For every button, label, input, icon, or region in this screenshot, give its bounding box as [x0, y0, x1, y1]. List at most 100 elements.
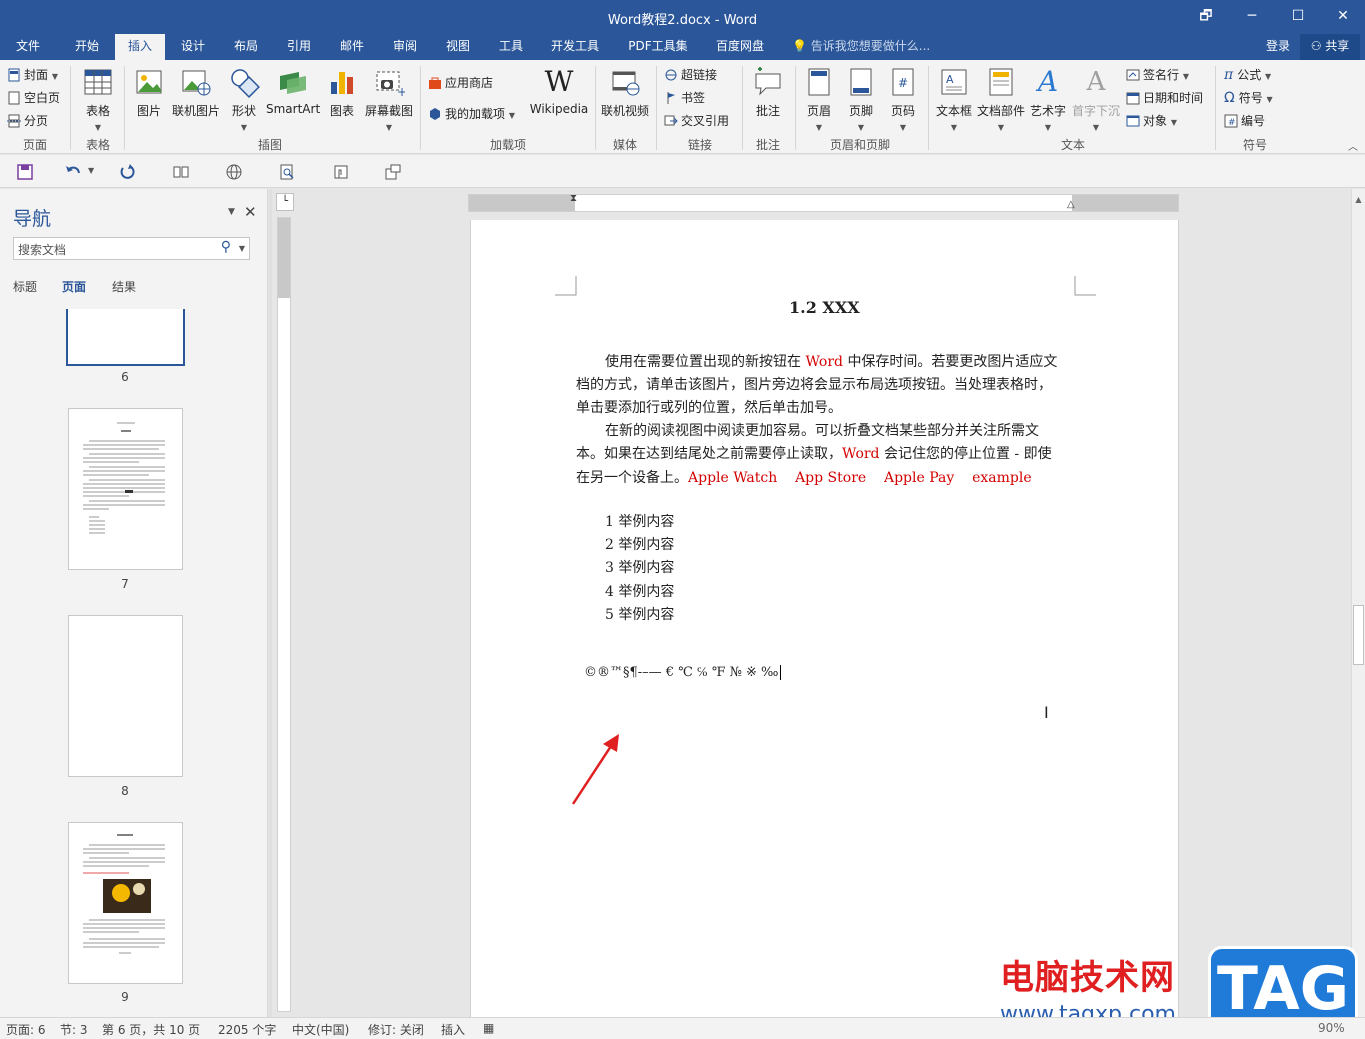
date-time-button[interactable]: 日期和时间 — [1126, 89, 1203, 106]
page-thumbnail-8[interactable] — [68, 615, 183, 777]
status-bar: 页面: 6 节: 3 第 6 页，共 10 页 2205 个字 中文(中国) 修… — [0, 1017, 1365, 1039]
tab-home[interactable]: 开始 — [62, 34, 112, 60]
status-word-count[interactable]: 2205 个字 — [218, 1021, 276, 1038]
blank-page-button[interactable]: 空白页 — [7, 89, 60, 106]
nav-tab-results[interactable]: 结果 — [112, 278, 136, 295]
search-dropdown-icon[interactable]: ▼ — [239, 244, 245, 253]
tab-layout[interactable]: 布局 — [221, 34, 271, 60]
tell-me-box[interactable]: 💡 告诉我您想要做什么... — [792, 34, 942, 60]
nav-search-input[interactable]: 搜索文档 ⚲ ▼ — [13, 237, 250, 260]
dropcap-button[interactable]: A 首字下沉 ▼ — [1070, 66, 1122, 133]
textbox-label: 文本框 — [935, 104, 972, 118]
tab-selector-icon[interactable]: └ — [276, 193, 294, 211]
store-label: 应用商店 — [445, 76, 494, 90]
tab-pdf-tools[interactable]: PDF工具集 — [618, 34, 698, 60]
nav-scrollbar[interactable] — [269, 189, 272, 1017]
customize-icon[interactable] — [384, 163, 402, 181]
table-button[interactable]: 表格 ▼ — [78, 66, 118, 133]
equation-button[interactable]: π 公式 ▼ — [1224, 66, 1271, 83]
status-page[interactable]: 页面: 6 — [6, 1021, 46, 1038]
close-icon[interactable]: ✕ — [244, 203, 257, 221]
collapse-ribbon-icon[interactable]: ︿ — [1348, 138, 1358, 153]
touch-mode-icon[interactable] — [332, 163, 350, 181]
store-button[interactable]: 应用商店 — [428, 74, 493, 91]
page-number-button[interactable]: # 页码 ▼ — [884, 66, 922, 133]
tab-insert[interactable]: 插入 — [115, 34, 165, 60]
my-addins-button[interactable]: 我的加载项 ▼ — [428, 105, 515, 122]
web-layout-icon[interactable] — [225, 163, 243, 181]
page-thumbnail-6[interactable] — [66, 309, 185, 366]
search-icon[interactable]: ⚲ — [221, 239, 231, 255]
share-button[interactable]: ⚇ 共享 — [1300, 34, 1360, 60]
smartart-button[interactable]: SmartArt — [266, 66, 320, 116]
vertical-scrollbar[interactable]: ▲ — [1351, 189, 1365, 1017]
page-thumbnail-9[interactable] — [68, 822, 183, 984]
new-comment-button[interactable]: 批注 — [748, 66, 788, 119]
wordart-button[interactable]: A 艺术字 ▼ — [1027, 66, 1069, 133]
footer-button[interactable]: 页脚 ▼ — [842, 66, 880, 133]
tab-baidu-netdisk[interactable]: 百度网盘 — [704, 34, 776, 60]
wikipedia-button[interactable]: W Wikipedia — [528, 66, 590, 117]
chart-button[interactable]: 图表 — [322, 66, 362, 119]
margin-corner-mark — [555, 276, 577, 296]
close-button[interactable]: ✕ — [1320, 0, 1365, 34]
login-link[interactable]: 登录 — [1258, 34, 1298, 60]
tab-references[interactable]: 引用 — [274, 34, 324, 60]
minimize-button[interactable]: ─ — [1229, 0, 1275, 34]
ribbon-display-options-button[interactable]: 🗗 — [1183, 0, 1229, 34]
ibeam-cursor-icon: Ⅰ — [1044, 703, 1049, 722]
print-preview-icon[interactable] — [278, 163, 296, 181]
status-page-count[interactable]: 第 6 页，共 10 页 — [102, 1021, 200, 1038]
header-button[interactable]: 页眉 ▼ — [800, 66, 838, 133]
shapes-button[interactable]: 形状 ▼ — [224, 66, 264, 133]
maximize-button[interactable]: ☐ — [1275, 0, 1321, 34]
scroll-thumb[interactable] — [1353, 605, 1364, 665]
undo-dropdown-icon[interactable]: ▼ — [88, 166, 94, 175]
hyperlink-button[interactable]: 超链接 — [664, 66, 717, 83]
status-section[interactable]: 节: 3 — [60, 1021, 88, 1038]
quick-parts-button[interactable]: 文档部件 ▼ — [975, 66, 1027, 133]
tab-design[interactable]: 设计 — [168, 34, 218, 60]
read-mode-icon[interactable] — [172, 163, 190, 181]
tab-file[interactable]: 文件 — [4, 34, 52, 60]
save-icon[interactable] — [16, 163, 34, 181]
page-thumbnail-number: 6 — [121, 370, 129, 384]
status-track-changes[interactable]: 修订: 关闭 — [368, 1021, 424, 1038]
status-insert-mode[interactable]: 插入 — [441, 1021, 465, 1038]
dropcap-label: 首字下沉 — [1071, 104, 1120, 118]
status-zoom[interactable]: 90% — [1318, 1021, 1345, 1035]
blank-page-label: 空白页 — [24, 91, 61, 105]
tab-mailings[interactable]: 邮件 — [327, 34, 377, 60]
symbol-button[interactable]: Ω 符号 ▼ — [1224, 89, 1273, 106]
tab-view[interactable]: 视图 — [433, 34, 483, 60]
numbering-icon: # — [1224, 114, 1238, 128]
picture-button[interactable]: 图片 — [130, 66, 168, 119]
tab-developer[interactable]: 开发工具 — [540, 34, 610, 60]
numbering-button[interactable]: # 编号 — [1224, 112, 1265, 129]
document-page[interactable]: 1.2 XXX 使用在需要位置出现的新按钮在 Word 中保存时间。若要更改图片… — [470, 220, 1179, 1020]
indent-marker-icon[interactable]: ⧗ — [570, 193, 577, 204]
scroll-up-icon[interactable]: ▲ — [1352, 195, 1365, 204]
online-video-button[interactable]: 联机视频 — [598, 66, 652, 119]
cover-page-button[interactable]: 封面 ▼ — [7, 66, 58, 83]
page-break-button[interactable]: 分页 — [7, 112, 48, 129]
right-indent-marker-icon[interactable]: △ — [1067, 199, 1075, 210]
macro-record-icon[interactable]: ▦ — [483, 1021, 494, 1035]
tab-tools[interactable]: 工具 — [486, 34, 536, 60]
object-button[interactable]: 对象 ▼ — [1126, 112, 1177, 129]
nav-options-icon[interactable]: ▼ — [228, 207, 235, 217]
status-language[interactable]: 中文(中国) — [292, 1021, 349, 1038]
bookmark-button[interactable]: 书签 — [664, 89, 705, 106]
undo-icon[interactable] — [64, 163, 82, 181]
nav-tab-pages[interactable]: 页面 — [62, 278, 86, 295]
nav-tab-headings[interactable]: 标题 — [13, 278, 37, 295]
page-thumbnail-7[interactable] — [68, 408, 183, 570]
textbox-button[interactable]: A 文本框 ▼ — [933, 66, 975, 133]
cross-reference-button[interactable]: 交叉引用 — [664, 112, 729, 129]
online-picture-button[interactable]: 联机图片 — [170, 66, 222, 119]
screenshot-button[interactable]: + 屏幕截图 ▼ — [362, 66, 416, 133]
tab-review[interactable]: 审阅 — [380, 34, 430, 60]
picture-label: 图片 — [136, 104, 161, 118]
signature-line-button[interactable]: 签名行 ▼ — [1126, 66, 1189, 83]
redo-icon[interactable] — [118, 163, 136, 181]
